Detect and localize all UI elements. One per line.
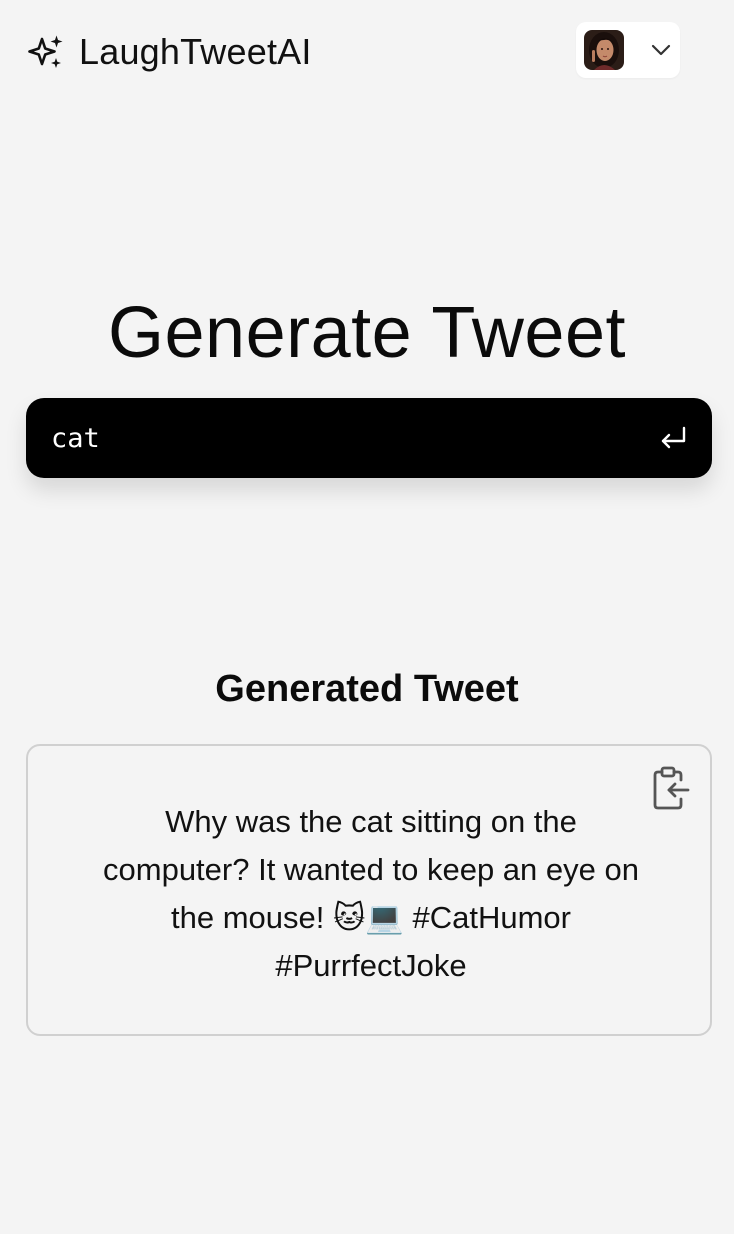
header: LaughTweetAI: [0, 0, 734, 104]
result-title: Generated Tweet: [215, 668, 519, 710]
sparkles-icon: [28, 35, 63, 68]
prompt-bar: [26, 398, 712, 478]
generated-tweet-card: Why was the cat sitting on the computer?…: [26, 744, 712, 1036]
enter-icon[interactable]: [658, 424, 688, 452]
user-menu-button[interactable]: [576, 22, 680, 78]
generated-tweet-text: Why was the cat sitting on the computer?…: [103, 804, 639, 983]
page-title: Generate Tweet: [108, 293, 626, 373]
app-name: LaughTweetAI: [79, 31, 312, 72]
user-avatar: [584, 30, 624, 70]
app-logo[interactable]: LaughTweetAI: [27, 31, 312, 72]
chevron-down-icon: [651, 44, 671, 56]
clipboard-copy-icon[interactable]: [650, 766, 692, 810]
prompt-input[interactable]: [51, 418, 651, 458]
